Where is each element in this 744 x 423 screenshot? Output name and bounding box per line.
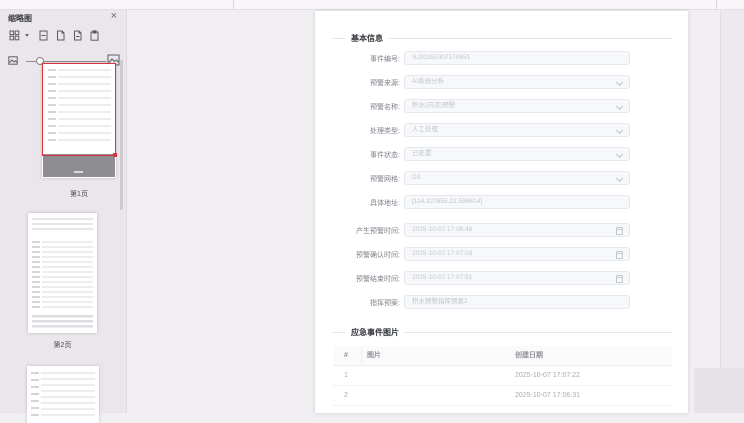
thumbnail-page-1[interactable] [42, 63, 117, 178]
end-time-picker[interactable]: 2025-10-07 17:07:51 [404, 271, 630, 285]
field-label: 预警确认时间: [356, 252, 400, 259]
field-row: 处理类型: 人工处理 [315, 123, 688, 137]
paste-page-icon[interactable] [88, 30, 100, 42]
page-label: 第1页 [70, 191, 88, 198]
chevron-down-icon [615, 126, 624, 135]
table-header-index: # [344, 352, 348, 359]
cell-index: 1 [344, 372, 348, 379]
thumbnail-panel: 缩略图 × 第1页 第2页 [0, 10, 127, 423]
chevron-down-icon[interactable] [25, 34, 29, 37]
address-input[interactable]: [114.327855,22.596614] [404, 195, 630, 209]
table-header-image: 图片 [361, 346, 515, 365]
window-top-strip [0, 0, 744, 10]
mini-form-lines [32, 241, 93, 311]
close-icon[interactable]: × [111, 11, 117, 22]
extract-page-icon[interactable] [71, 30, 83, 42]
copy-page-icon[interactable] [54, 30, 66, 42]
field-row: 预警来源: AI系统分析 [315, 75, 688, 89]
mini-image-block [43, 154, 115, 177]
table-header-created: 创建日期 [515, 352, 543, 359]
field-row: 预警名称: 积水(内涝)预警 [315, 99, 688, 113]
field-row: 预警确认时间: 2025-10-07 17:07:03 [315, 247, 688, 261]
command-plan-input[interactable]: 积水预警指挥预案2 [404, 295, 630, 309]
sidebar-scrollbar[interactable] [120, 60, 123, 210]
table-header-row: # 图片 创建日期 [333, 346, 672, 366]
chevron-down-icon [615, 102, 624, 111]
calendar-icon [616, 250, 623, 259]
event-status-select[interactable]: 已处置 [404, 147, 630, 161]
mini-wide-lines [32, 315, 93, 328]
field-label: 预警网格: [370, 176, 400, 183]
chevron-down-icon [615, 78, 624, 87]
thumbnail-toolbar [8, 29, 105, 42]
field-label: 指挥预案: [370, 300, 400, 307]
background-window-corner [694, 368, 744, 413]
section-title-event-images: 应急事件图片 [351, 327, 399, 337]
section-divider: 应急事件图片 [332, 327, 672, 337]
calendar-icon [616, 274, 623, 283]
chevron-down-icon [615, 174, 624, 183]
viewport-indicator[interactable] [42, 63, 117, 157]
small-thumbnail-icon[interactable] [8, 56, 18, 65]
section-title-basic-info: 基本信息 [351, 33, 383, 43]
calendar-icon [616, 226, 623, 235]
remove-page-icon[interactable] [37, 30, 49, 42]
panel-title: 缩略图 [8, 14, 32, 23]
event-id-input[interactable]: SJ20251007170651 [404, 51, 630, 65]
field-label: 处理类型: [370, 128, 400, 135]
event-images-table: # 图片 创建日期 1 2025-10-07 17:07:22 2 2025-1… [333, 346, 672, 406]
alert-name-select[interactable]: 积水(内涝)预警 [404, 99, 630, 113]
table-row: 2 2025-10-07 17:06:31 [333, 386, 672, 406]
section-divider: 基本信息 [332, 33, 672, 43]
alert-source-select[interactable]: AI系统分析 [404, 75, 630, 89]
cell-created: 2025-10-07 17:07:22 [515, 372, 580, 379]
field-row: 预警网格: D3 [315, 171, 688, 185]
field-label: 产生预警时间: [356, 228, 400, 235]
field-label: 事件状态: [370, 152, 400, 159]
field-row: 产生预警时间: 2025-10-07 17:06:46 [315, 223, 688, 237]
thumbnail-page-2[interactable] [28, 213, 97, 333]
field-label: 预警来源: [370, 80, 400, 87]
page-label: 第2页 [53, 342, 72, 349]
chevron-down-icon [615, 150, 624, 159]
field-label: 预警结束时间: [356, 276, 400, 283]
mini-table-lines [32, 218, 93, 231]
view-mode-icon[interactable] [8, 30, 20, 42]
field-label: 具体地址: [370, 200, 400, 207]
alert-grid-select[interactable]: D3 [404, 171, 630, 185]
cell-image [361, 386, 515, 405]
table-row: 1 2025-10-07 17:07:22 [333, 366, 672, 386]
field-row: 指挥预案: 积水预警指挥预案2 [315, 295, 688, 309]
field-label: 事件编号: [370, 56, 400, 63]
field-row: 事件编号: SJ20251007170651 [315, 51, 688, 65]
field-row: 预警结束时间: 2025-10-07 17:07:51 [315, 271, 688, 285]
cell-index: 2 [344, 392, 348, 399]
cell-created: 2025-10-07 17:06:31 [515, 392, 580, 399]
right-panel-edge [720, 10, 744, 413]
document-page: 基本信息 事件编号: SJ20251007170651 预警来源: AI系统分析… [315, 11, 688, 413]
confirm-time-picker[interactable]: 2025-10-07 17:07:03 [404, 247, 630, 261]
field-row: 具体地址: [114.327855,22.596614] [315, 195, 688, 209]
thumbnail-page-3[interactable] [27, 366, 99, 423]
handle-type-select[interactable]: 人工处理 [404, 123, 630, 137]
cell-image [361, 366, 515, 385]
field-label: 预警名称: [370, 104, 400, 111]
field-row: 事件状态: 已处置 [315, 147, 688, 161]
alert-time-picker[interactable]: 2025-10-07 17:06:46 [404, 223, 630, 237]
